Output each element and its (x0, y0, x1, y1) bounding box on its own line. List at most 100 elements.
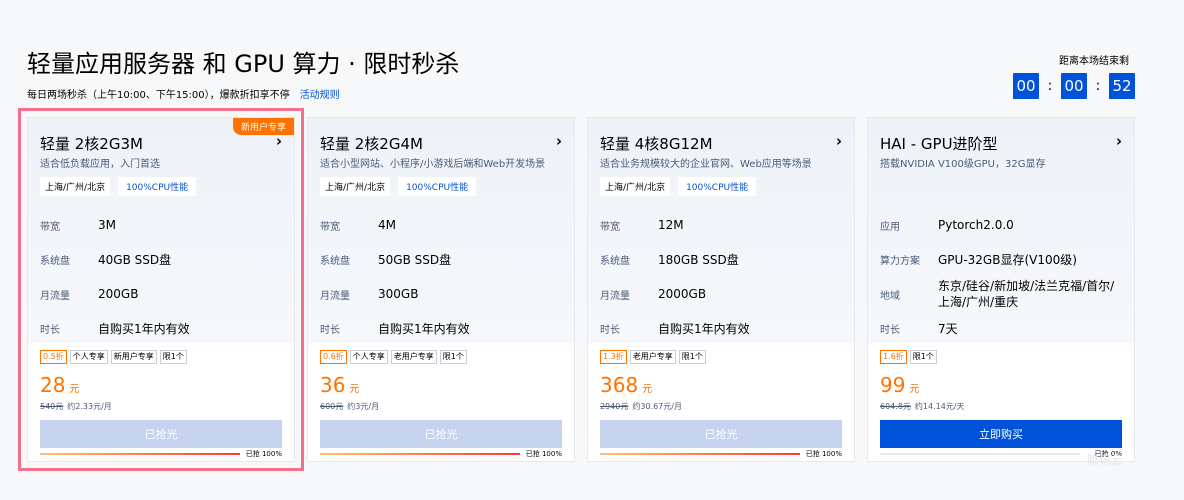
spec-row: 系统盘 50GB SSD盘 (320, 243, 560, 278)
price: 99 元 (880, 373, 919, 397)
product-description: 适合业务规模较大的企业官网、Web应用等场景 (600, 159, 812, 170)
spec-key: 带宽 (40, 221, 60, 233)
unit-price: 约14.14元/天 (914, 402, 965, 411)
product-card[interactable]: 新用户专享 轻量 2核2G3M › 适合低负载应用，入门首选 上海/广州/北京 100… (18, 108, 304, 471)
product-card[interactable]: 轻量 4核8G12M › 适合业务规模较大的企业官网、Web应用等场景 上海/广州/… (587, 117, 855, 462)
spec-value: 40GB SSD盘 (98, 252, 172, 267)
region-tag: 上海/广州/北京 (600, 177, 671, 196)
spec-value: 2000GB (658, 287, 707, 302)
feature-badge: 限1个 (909, 350, 937, 364)
price-unit: 元 (69, 384, 80, 395)
sales-progress-fill (40, 453, 240, 455)
product-card[interactable]: 轻量 2核2G4M › 适合小型网站、小程序/小游戏后端和Web开发场景 上海/广州… (307, 117, 575, 462)
spec-value: 50GB SSD盘 (378, 252, 452, 267)
spec-key: 时长 (600, 325, 620, 337)
spec-row: 带宽 12M (600, 208, 840, 243)
spec-row: 时长 自购买1年内有效 (600, 312, 840, 347)
feature-badge: 老用户专享 (629, 350, 676, 364)
spec-value: 3M (98, 218, 116, 233)
new-user-ribbon: 新用户专享 (232, 118, 294, 135)
spec-value: 自购买1年内有效 (98, 321, 190, 336)
spec-row: 月流量 300GB (320, 277, 560, 312)
spec-key: 月流量 (40, 290, 70, 302)
feature-badge: 个人专享 (349, 350, 388, 364)
spec-key: 系统盘 (320, 256, 350, 268)
feature-badge: 限1个 (159, 350, 187, 364)
chevron-right-icon[interactable]: › (1116, 132, 1122, 150)
spec-row: 时长 自购买1年内有效 (40, 312, 280, 347)
spec-list: 带宽 3M 系统盘 40GB SSD盘 月流量 200GB 时长 自购买1年内有… (40, 208, 280, 346)
sales-progress-bar (40, 453, 240, 455)
countdown-seconds: 52 (1109, 73, 1135, 99)
countdown-separator: : (1095, 78, 1101, 94)
spec-row: 时长 自购买1年内有效 (320, 312, 560, 347)
spec-list: 带宽 4M 系统盘 50GB SSD盘 月流量 300GB 时长 自购买1年内有… (320, 208, 560, 346)
price-unit: 元 (642, 384, 653, 395)
sold-out-button[interactable]: 已抢光 (320, 420, 562, 448)
price: 368 元 (600, 373, 652, 397)
product-name: HAI - GPU进阶型 (880, 135, 998, 153)
spec-value: 200GB (98, 287, 139, 302)
spec-row: 算力方案 GPU-32GB显存(V100级) (880, 243, 1120, 278)
spec-row: 时长 7天 (880, 312, 1120, 347)
spec-key: 时长 (40, 325, 60, 337)
original-price: 2940元 约30.67元/月 (600, 401, 682, 412)
countdown-separator: : (1047, 78, 1053, 94)
card-header: 轻量 4核8G12M › 适合业务规模较大的企业官网、Web应用等场景 上海/广州/… (588, 118, 854, 343)
spec-row: 地域 东京/硅谷/新加坡/法兰克福/首尔/上海/广州/重庆 (880, 277, 1120, 312)
spec-value: 180GB SSD盘 (658, 252, 739, 267)
page-title: 轻量应用服务器 和 GPU 算力 · 限时秒杀 (27, 50, 460, 78)
chevron-right-icon[interactable]: › (276, 132, 282, 150)
region-tag: 上海/广州/北京 (320, 177, 391, 196)
sales-progress-label: 已抢 100% (525, 450, 562, 458)
spec-row: 带宽 4M (320, 208, 560, 243)
countdown-hours: 00 (1013, 73, 1039, 99)
sales-progress-label: 已抢 100% (805, 450, 842, 458)
spec-key: 带宽 (320, 221, 340, 233)
spec-value: 自购买1年内有效 (378, 321, 470, 336)
feature-badge: 老用户专享 (390, 350, 437, 364)
discount-badge: 1.3折 (600, 350, 627, 364)
product-tags: 上海/广州/北京 100%CPU性能 (600, 177, 757, 196)
spec-key: 月流量 (320, 290, 350, 302)
spec-key: 地域 (880, 290, 900, 302)
product-description: 适合小型网站、小程序/小游戏后端和Web开发场景 (320, 159, 546, 170)
rules-link[interactable]: 活动规则 (300, 90, 340, 101)
original-price: 604.8元 约14.14元/天 (880, 401, 965, 412)
badge-list: 0.6折 个人专享 老用户专享 限1个 (320, 350, 467, 364)
card-header: 新用户专享 轻量 2核2G3M › 适合低负载应用，入门首选 上海/广州/北京 100… (28, 118, 294, 343)
buy-now-button[interactable]: 立即购买 (880, 420, 1122, 448)
spec-value: Pytorch2.0.0 (938, 218, 1014, 233)
sales-progress-fill (600, 453, 800, 455)
chevron-right-icon[interactable]: › (836, 132, 842, 150)
original-price-value: 540元 (40, 402, 64, 411)
subtitle-text: 每日两场秒杀（上午10:00、下午15:00），爆款折扣享不停 (27, 90, 290, 101)
spec-list: 带宽 12M 系统盘 180GB SSD盘 月流量 2000GB 时长 自购买1… (600, 208, 840, 346)
spec-key: 月流量 (600, 290, 630, 302)
spec-row: 应用 Pytorch2.0.0 (880, 208, 1120, 243)
sales-progress-bar (600, 453, 800, 455)
product-card[interactable]: HAI - GPU进阶型 › 搭载NVIDIA V100级GPU，32G显存 应用 … (867, 117, 1135, 462)
sales-progress-bar (880, 453, 1080, 455)
sales-progress-bar (320, 453, 520, 455)
chevron-right-icon[interactable]: › (556, 132, 562, 150)
cpu-tag: 100%CPU性能 (398, 177, 477, 196)
page-subtitle: 每日两场秒杀（上午10:00、下午15:00），爆款折扣享不停 活动规则 (27, 86, 340, 101)
price-value: 368 (600, 373, 639, 397)
sold-out-button[interactable]: 已抢光 (600, 420, 842, 448)
price-value: 28 (40, 373, 66, 397)
spec-row: 系统盘 40GB SSD盘 (40, 243, 280, 278)
product-tags: 上海/广州/北京 100%CPU性能 (320, 177, 477, 196)
unit-price: 约2.33元/月 (67, 402, 112, 411)
card-header: HAI - GPU进阶型 › 搭载NVIDIA V100级GPU，32G显存 应用 … (868, 118, 1134, 343)
spec-value: 自购买1年内有效 (658, 321, 750, 336)
badge-list: 1.6折 限1个 (880, 350, 937, 364)
spec-list: 应用 Pytorch2.0.0 算力方案 GPU-32GB显存(V100级) 地… (880, 208, 1120, 346)
discount-badge: 1.6折 (880, 350, 907, 364)
sold-out-button[interactable]: 已抢光 (40, 420, 282, 448)
spec-row: 系统盘 180GB SSD盘 (600, 243, 840, 278)
discount-badge: 0.6折 (320, 350, 347, 364)
unit-price: 约30.67元/月 (632, 402, 682, 411)
cpu-tag: 100%CPU性能 (118, 177, 197, 196)
price-value: 99 (880, 373, 906, 397)
